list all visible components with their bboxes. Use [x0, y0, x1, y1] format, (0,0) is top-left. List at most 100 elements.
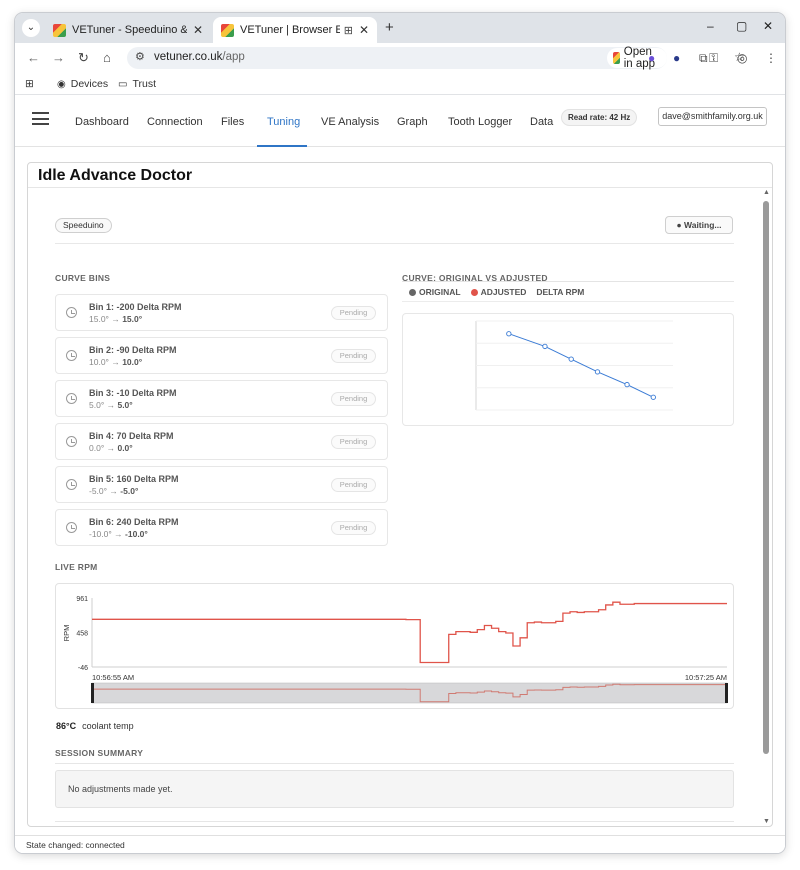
- close-window-icon[interactable]: ✕: [763, 19, 773, 33]
- clock-icon: [66, 436, 77, 447]
- rpm-y-axis-label: RPM: [62, 625, 71, 642]
- tab-title: VETuner - Speeduino & Me: [72, 24, 187, 36]
- nav-data[interactable]: Data: [530, 116, 553, 128]
- favicon-icon: [53, 23, 66, 37]
- divider: [28, 187, 772, 188]
- bin-values: 10.0° → 10.0°: [89, 357, 143, 367]
- nav-tooth-logger[interactable]: Tooth Logger: [448, 116, 512, 128]
- divider: [55, 243, 734, 244]
- tab-search-icon[interactable]: ⌄: [22, 19, 40, 37]
- browser-tab-vetuner[interactable]: VETuner | Browser ECU ⊞ ✕: [213, 17, 377, 43]
- user-account-button[interactable]: dave@smithfamily.org.uk: [658, 107, 767, 126]
- bin-title: Bin 1: -200 Delta RPM: [89, 302, 182, 312]
- extensions-puzzle-icon[interactable]: ⧉: [699, 51, 708, 66]
- divider: [402, 301, 734, 302]
- session-summary-box: No adjustments made yet.: [55, 770, 734, 808]
- new-tab-icon[interactable]: +: [385, 19, 394, 36]
- nav-dashboard[interactable]: Dashboard: [75, 116, 129, 128]
- bin-values: -10.0° → -10.0°: [89, 529, 148, 539]
- curve-point: [506, 331, 512, 337]
- site-info-icon[interactable]: ⚙: [135, 50, 145, 63]
- idle-advance-panel: Idle Advance Doctor Speeduino ● Waiting.…: [27, 162, 773, 827]
- bin-title: Bin 5: 160 Delta RPM: [89, 474, 179, 484]
- curve-bin-row: Bin 5: 160 Delta RPM -5.0° → -5.0° Pendi…: [55, 466, 388, 503]
- folder-icon: ▭: [118, 78, 128, 90]
- curve-chart: [402, 313, 734, 426]
- scroll-down-icon[interactable]: ▼: [763, 818, 770, 825]
- rpm-series-line: [92, 601, 727, 664]
- divider: [402, 281, 734, 282]
- curve-bin-row: Bin 3: -10 Delta RPM 5.0° → 5.0° Pending: [55, 380, 388, 417]
- hamburger-menu-icon[interactable]: [32, 112, 49, 125]
- bin-status-badge: Pending: [331, 392, 376, 406]
- kebab-menu-icon[interactable]: ⋮: [765, 51, 777, 65]
- apps-grid-icon[interactable]: ⊞: [25, 78, 34, 90]
- active-tab-indicator: [257, 145, 307, 147]
- bookmark-trust[interactable]: ▭ Trust: [118, 78, 156, 90]
- curve-point: [650, 394, 656, 400]
- address-bar[interactable]: ⚙ vetuner.co.uk/app Open in app ⚿ ☆: [127, 46, 745, 70]
- bin-title: Bin 2: -90 Delta RPM: [89, 345, 177, 355]
- rpm-y-tick-label: 458: [76, 630, 88, 637]
- browser-tab-speeduino[interactable]: VETuner - Speeduino & Me ✕: [45, 17, 211, 43]
- minimize-icon[interactable]: –: [707, 19, 714, 33]
- profile-icon[interactable]: ◎: [737, 51, 747, 65]
- legend-adjusted[interactable]: ADJUSTED: [470, 287, 526, 297]
- extension-icon[interactable]: ●: [648, 51, 655, 65]
- app-navbar: Dashboard Connection Files Tuning VE Ana…: [15, 95, 785, 147]
- curve-legend: ORIGINAL ADJUSTED DELTA RPM: [409, 287, 584, 297]
- divider: [55, 821, 734, 822]
- nav-ve-analysis[interactable]: VE Analysis: [321, 116, 379, 128]
- panel-scrollbar[interactable]: ▲ ▼: [762, 189, 770, 825]
- coolant-value: 86°C: [56, 721, 77, 731]
- time-end-label: 10:57:25 AM: [685, 673, 727, 682]
- panel-title: Idle Advance Doctor: [38, 167, 193, 184]
- home-icon[interactable]: ⌂: [103, 50, 111, 65]
- bin-values: -5.0° → -5.0°: [89, 486, 139, 496]
- read-rate-badge: Read rate: 42 Hz: [561, 109, 638, 126]
- maximize-icon[interactable]: ▢: [736, 19, 747, 33]
- browser-toolbar: ← → ↻ ⌂ ⚙ vetuner.co.uk/app Open in app …: [15, 43, 785, 73]
- close-tab-icon[interactable]: ✕: [193, 23, 203, 37]
- bin-values: 0.0° → 0.0°: [89, 443, 133, 453]
- legend-original[interactable]: ORIGINAL: [409, 287, 461, 297]
- back-icon[interactable]: ←: [27, 50, 40, 65]
- curve-bin-row: Bin 4: 70 Delta RPM 0.0° → 0.0° Pending: [55, 423, 388, 460]
- nav-connection[interactable]: Connection: [147, 116, 203, 128]
- summary-text: No adjustments made yet.: [68, 784, 173, 794]
- browser-window: ⌄ VETuner - Speeduino & Me ✕ VETuner | B…: [15, 13, 785, 853]
- range-handle-right: [725, 683, 728, 703]
- clock-icon: [66, 307, 77, 318]
- nav-files[interactable]: Files: [221, 116, 244, 128]
- clock-icon: [66, 522, 77, 533]
- close-tab-icon[interactable]: ✕: [359, 23, 369, 37]
- url-text: vetuner.co.uk/app: [154, 51, 245, 63]
- forward-icon[interactable]: →: [52, 50, 65, 65]
- bin-status-badge: Pending: [331, 435, 376, 449]
- bookmark-devices[interactable]: ◉ Devices: [57, 78, 108, 90]
- bin-values: 15.0° → 15.0°: [89, 314, 143, 324]
- range-selector: [91, 682, 728, 704]
- clock-icon: [66, 350, 77, 361]
- password-key-icon[interactable]: ⚿: [709, 51, 718, 66]
- nav-tuning[interactable]: Tuning: [267, 116, 300, 128]
- bin-status-badge: Pending: [331, 306, 376, 320]
- scroll-up-icon[interactable]: ▲: [763, 189, 770, 196]
- reload-icon[interactable]: ↻: [78, 50, 89, 66]
- curve-bins-heading: CURVE BINS: [55, 273, 111, 283]
- nav-graph[interactable]: Graph: [397, 116, 428, 128]
- open-in-app-button[interactable]: Open in app: [607, 46, 667, 70]
- scrollbar-thumb[interactable]: [763, 201, 769, 754]
- rpm-y-tick-label: -46: [78, 665, 88, 672]
- curve-chart-svg: [475, 320, 673, 411]
- curve-point: [542, 343, 548, 350]
- legend-delta-rpm: DELTA RPM: [536, 287, 585, 297]
- live-rpm-svg: 961 458 -46 RPM 10:56:55 AM 10:57:25 AM: [62, 596, 728, 704]
- extension-icon[interactable]: ●: [673, 51, 680, 65]
- status-message: State changed: connected: [26, 840, 125, 850]
- curve-bin-row: Bin 6: 240 Delta RPM -10.0° → -10.0° Pen…: [55, 509, 388, 546]
- clock-icon: [66, 393, 77, 404]
- live-rpm-chart: 961 458 -46 RPM 10:56:55 AM 10:57:25 AM: [55, 583, 734, 709]
- live-rpm-heading: LIVE RPM: [55, 562, 98, 572]
- tab-strip: ⌄ VETuner - Speeduino & Me ✕ VETuner | B…: [15, 13, 785, 43]
